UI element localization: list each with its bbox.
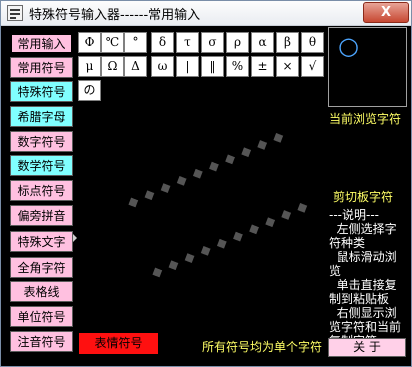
symbol-cell[interactable]: Δ <box>124 56 147 77</box>
symbol-cell[interactable]: ± <box>251 56 274 77</box>
preview-caption: 当前浏览字符 <box>329 112 402 126</box>
symbol-cell[interactable]: | <box>176 56 199 77</box>
symbol-cell[interactable]: θ <box>301 32 324 53</box>
about-button[interactable]: 关 于 <box>328 338 406 357</box>
close-button[interactable]: X <box>363 2 409 23</box>
category-button-emoticons[interactable]: 表情符号 <box>78 332 159 355</box>
symbol-cell[interactable]: の <box>78 80 101 101</box>
preview-panel: ○ <box>328 27 407 107</box>
category-button-math-symbols[interactable]: 数学符号 <box>10 155 73 176</box>
symbol-cell[interactable]: ‖ <box>201 56 224 77</box>
symbol-cell[interactable]: Φ <box>78 32 101 53</box>
category-button-unit-symbols[interactable]: 单位符号 <box>10 306 73 327</box>
watermark-logo: ◆ ◆ ◆ ◆ ◆ ◆ ◆ ◆ ◆ ◆ <box>125 127 288 212</box>
category-button-punctuation[interactable]: 标点符号 <box>10 180 73 201</box>
symbol-cell[interactable]: ω <box>151 56 174 77</box>
category-button-radicals-pinyin[interactable]: 偏旁拼音 <box>10 205 73 226</box>
category-button-common-symbols[interactable]: 常用符号 <box>10 57 73 78</box>
category-button-special-symbols[interactable]: 特殊符号 <box>10 81 73 102</box>
symbol-cell[interactable]: √ <box>301 56 324 77</box>
symbol-cell[interactable]: β <box>276 32 299 53</box>
symbol-cell[interactable]: Ω <box>101 56 124 77</box>
app-icon <box>7 5 23 21</box>
category-button-fullwidth[interactable]: 全角字符 <box>10 257 73 278</box>
category-button-common-input[interactable]: 常用输入 <box>10 33 73 54</box>
symbol-cell[interactable]: % <box>226 56 249 77</box>
category-button-zhuyin[interactable]: 注音符号 <box>10 331 73 352</box>
symbol-cell[interactable]: τ <box>176 32 199 53</box>
category-button-special-text[interactable]: 特殊文字 <box>10 231 73 252</box>
symbol-cell[interactable]: σ <box>201 32 224 53</box>
category-button-table-lines[interactable]: 表格线 <box>10 281 73 302</box>
selection-pointer-icon <box>73 234 77 242</box>
app-window: 特殊符号输入器------常用输入 X 常用输入 常用符号 特殊符号 希腊字母 … <box>0 0 412 367</box>
footer-note: 所有符号均为单个字符 <box>202 340 323 354</box>
symbol-cell[interactable]: δ <box>151 32 174 53</box>
category-button-greek-letters[interactable]: 希腊字母 <box>10 106 73 127</box>
title-bar[interactable]: 特殊符号输入器------常用输入 X <box>1 1 411 26</box>
preview-glyph: ○ <box>338 32 359 60</box>
symbol-cell[interactable]: μ <box>78 56 101 77</box>
clipboard-label: 剪切板字符 <box>333 190 394 204</box>
window-title: 特殊符号输入器------常用输入 <box>29 8 201 23</box>
symbol-cell[interactable]: ρ <box>226 32 249 53</box>
watermark-logo: ◆ ◆ ◆ ◆ ◆ ◆ ◆ ◆ ◆ ◆ <box>149 197 312 282</box>
symbol-cell[interactable]: ° <box>124 32 147 53</box>
symbol-cell[interactable]: × <box>276 56 299 77</box>
symbol-cell[interactable]: α <box>251 32 274 53</box>
symbol-cell[interactable]: ℃ <box>101 32 124 53</box>
category-button-number-symbols[interactable]: 数字符号 <box>10 131 73 152</box>
help-text: ---说明--- 左侧选择字符种类 鼠标滑动浏览 单击直接复制到粘贴板 右侧显示… <box>329 208 402 348</box>
